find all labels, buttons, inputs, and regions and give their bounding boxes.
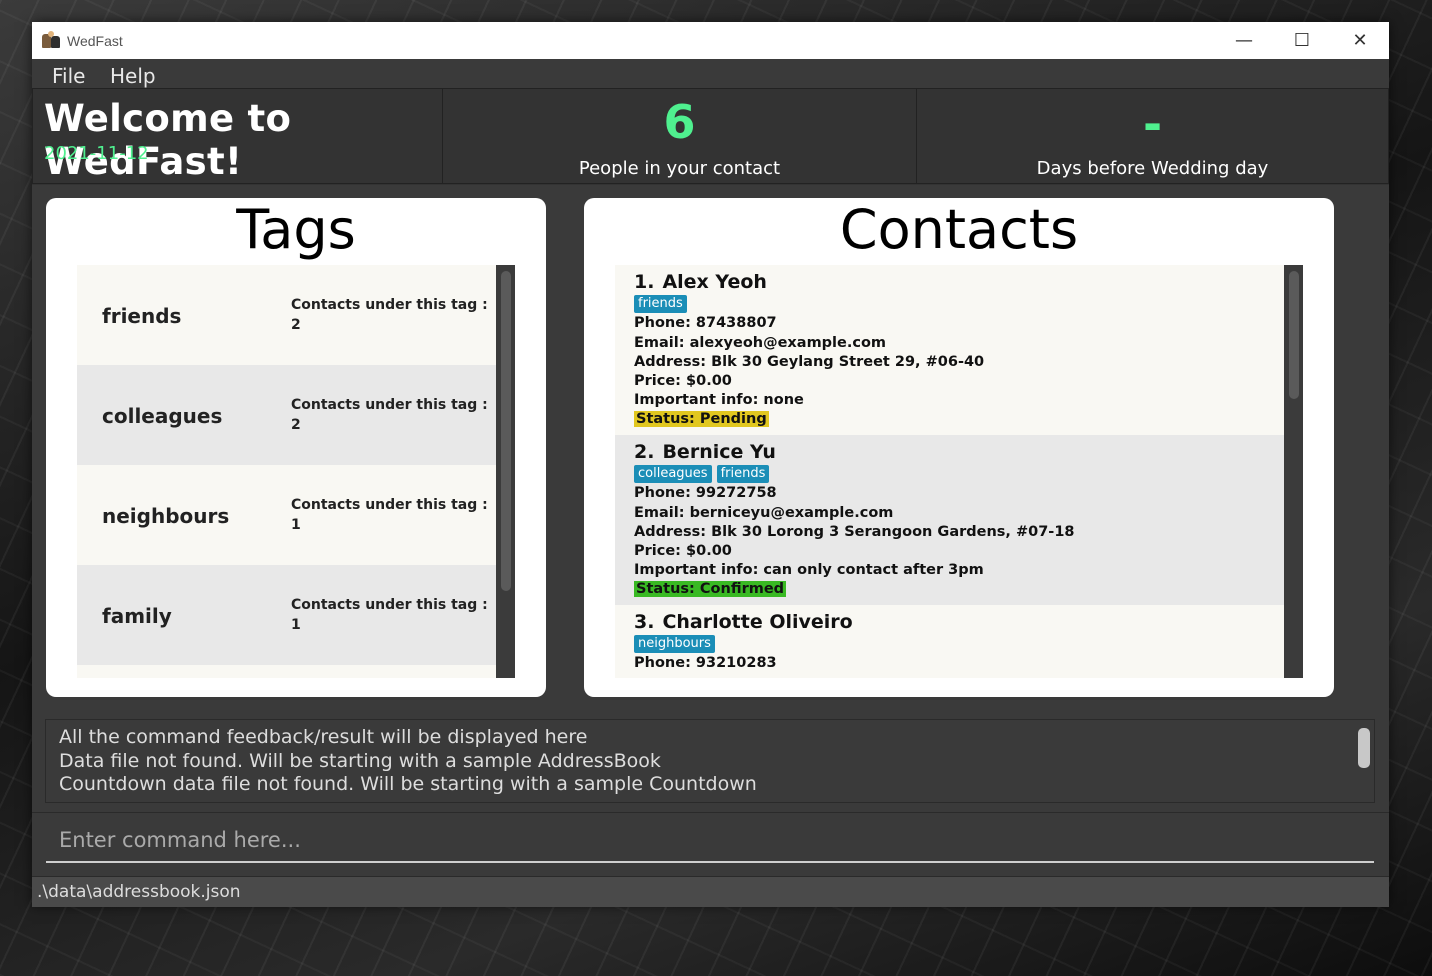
menu-help[interactable]: Help (110, 64, 156, 88)
days-count-label: Days before Wedding day (1036, 158, 1269, 179)
contact-address: Address: Blk 30 Lorong 3 Serangoon Garde… (634, 524, 1075, 540)
feedback-line: All the command feedback/result will be … (59, 726, 588, 748)
contact-tags: friends (634, 295, 687, 313)
contacts-title: Contacts (839, 198, 1079, 261)
menu-bar: File Help (32, 59, 1389, 88)
contact-tags: neighbours (634, 635, 715, 653)
close-button[interactable]: ✕ (1331, 22, 1389, 59)
result-display[interactable]: All the command feedback/result will be … (45, 719, 1375, 803)
contact-status-row: Status: Pending (634, 411, 769, 427)
contact-card[interactable]: 2. Bernice Yu colleagues friends Phone: 9… (615, 435, 1284, 605)
contact-index: 3. (634, 611, 655, 633)
feedback-line: Countdown data file not found. Will be s… (59, 773, 757, 795)
contact-index: 1. (634, 271, 655, 293)
status-badge: Status: Confirmed (634, 581, 787, 597)
contact-email: Email: alexyeoh@example.com (634, 335, 887, 351)
days-count: - (1142, 97, 1163, 151)
menu-file[interactable]: File (52, 64, 85, 88)
welcome-title: Welcome to WedFast! (44, 97, 292, 183)
maximize-button[interactable]: ☐ (1273, 22, 1331, 59)
tags-card: Tags friends Contacts under this tag : 2… (46, 198, 546, 697)
contact-info: Important info: none (634, 392, 804, 408)
tags-list[interactable]: friends Contacts under this tag : 2 coll… (77, 265, 515, 678)
tag-chip: friends (634, 295, 687, 313)
tag-item[interactable]: neighbours Contacts under this tag : 1 (77, 465, 496, 565)
tag-count-label: Contacts under this tag : (291, 297, 488, 313)
contact-name-text: Alex Yeoh (662, 271, 767, 293)
close-icon: ✕ (1352, 30, 1368, 51)
tags-scrollbar[interactable] (497, 265, 515, 678)
contact-status-row: Status: Confirmed (634, 581, 787, 597)
contact-name: 1. Alex Yeoh (634, 271, 767, 293)
contact-name-text: Charlotte Oliveiro (662, 611, 853, 633)
header-panel: Welcome to WedFast! 2021-11-12 6 People … (32, 88, 1389, 185)
tag-item[interactable]: family Contacts under this tag : 1 (77, 565, 496, 665)
contact-card[interactable]: 1. Alex Yeoh friends Phone: 87438807 Emai… (615, 265, 1284, 435)
tag-name: friends (102, 304, 182, 328)
contact-card[interactable]: 3. Charlotte Oliveiro neighbours Phone: 9… (615, 605, 1284, 678)
tag-chip: friends (716, 465, 770, 483)
contacts-card: Contacts 1. Alex Yeoh friends Phone: 8743… (584, 198, 1334, 697)
save-location: .\data\addressbook.json (37, 882, 241, 902)
window-title: WedFast (67, 32, 123, 49)
tag-count-label: Contacts under this tag : (291, 597, 488, 613)
tag-chip: neighbours (634, 635, 715, 653)
status-badge: Status: Pending (634, 411, 769, 427)
contacts-scrollbar-thumb[interactable] (1289, 271, 1299, 399)
tag-count: 2 (291, 317, 301, 333)
tag-item[interactable]: colleagues Contacts under this tag : 2 (77, 365, 496, 465)
feedback-line: Data file not found. Will be starting wi… (59, 750, 661, 772)
tag-name: neighbours (102, 504, 230, 528)
tags-scrollbar-thumb[interactable] (501, 271, 511, 591)
feedback-scrollbar-thumb[interactable] (1358, 728, 1370, 768)
tag-name: colleagues (102, 404, 223, 428)
tag-item-partial[interactable] (77, 665, 496, 678)
contact-index: 2. (634, 441, 655, 463)
minimize-button[interactable]: — (1215, 22, 1273, 59)
contact-name: 2. Bernice Yu (634, 441, 776, 463)
command-input[interactable] (46, 819, 1374, 863)
contact-name: 3. Charlotte Oliveiro (634, 611, 853, 633)
title-bar[interactable]: WedFast — ☐ ✕ (32, 22, 1389, 59)
contact-price: Price: $0.00 (634, 373, 732, 389)
wedfast-logo-icon (41, 30, 61, 51)
tag-count-label: Contacts under this tag : (291, 497, 488, 513)
contacts-scrollbar[interactable] (1285, 265, 1303, 678)
contact-tags: colleagues friends (634, 465, 770, 483)
tag-count: 2 (291, 417, 301, 433)
app-window: WedFast — ☐ ✕ File Help Welcome to WedFa… (32, 22, 1389, 907)
tag-item[interactable]: friends Contacts under this tag : 2 (77, 265, 496, 365)
contact-email: Email: berniceyu@example.com (634, 505, 894, 521)
tags-title: Tags (236, 198, 356, 261)
contacts-count: 6 (663, 95, 696, 149)
contacts-count-label: People in your contact (578, 158, 781, 179)
maximize-icon: ☐ (1293, 30, 1311, 51)
contact-price: Price: $0.00 (634, 543, 732, 559)
command-box (32, 812, 1389, 875)
current-date: 2021-11-12 (44, 143, 149, 164)
welcome-panel: Welcome to WedFast! 2021-11-12 (32, 88, 443, 184)
status-bar: .\data\addressbook.json (32, 876, 1389, 907)
contact-phone: Phone: 87438807 (634, 315, 777, 331)
contacts-count-panel: 6 People in your contact (442, 88, 917, 184)
tag-count: 1 (291, 617, 301, 633)
wedding-countdown-panel: - Days before Wedding day (916, 88, 1389, 184)
contact-name-text: Bernice Yu (662, 441, 776, 463)
tag-count-label: Contacts under this tag : (291, 397, 488, 413)
minimize-icon: — (1235, 30, 1253, 51)
tag-name: family (102, 604, 172, 628)
contact-info: Important info: can only contact after 3… (634, 562, 984, 578)
contact-phone: Phone: 93210283 (634, 655, 777, 671)
tag-chip: colleagues (634, 465, 712, 483)
contact-address: Address: Blk 30 Geylang Street 29, #06-4… (634, 354, 985, 370)
tag-count: 1 (291, 517, 301, 533)
contact-phone: Phone: 99272758 (634, 485, 777, 501)
contacts-list[interactable]: 1. Alex Yeoh friends Phone: 87438807 Emai… (615, 265, 1303, 678)
